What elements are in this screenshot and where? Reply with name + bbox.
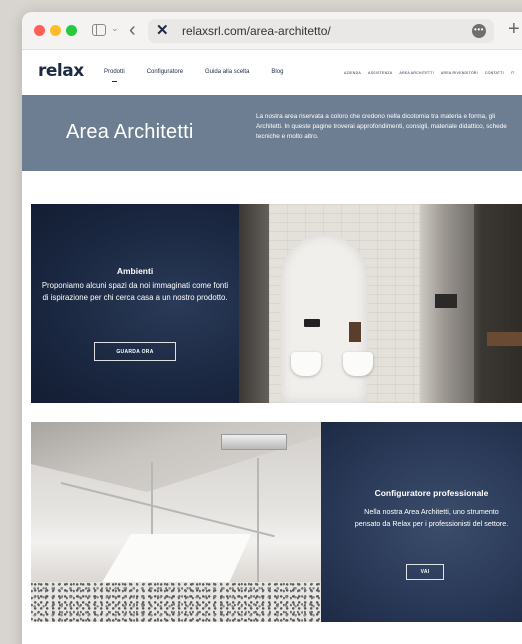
arch-niche-shape — [281, 234, 367, 403]
guarda-ora-button[interactable]: GUARDA ORA — [94, 342, 176, 361]
page-title: Area Architetti — [66, 121, 194, 143]
toilet-shape — [291, 352, 321, 376]
nav-item-guida[interactable]: Guida alla scelta — [205, 69, 249, 75]
bidet-shape — [343, 352, 373, 376]
shower-tray-shape — [101, 534, 251, 584]
close-window-button[interactable] — [34, 25, 45, 36]
site-favicon-icon: ✕ — [156, 22, 169, 39]
nav-item-configuratore[interactable]: Configuratore — [147, 69, 183, 75]
new-tab-icon[interactable]: + — [508, 17, 520, 41]
ambienti-title: Ambienti — [116, 266, 154, 276]
page-banner: Area Architetti La nostra area riservata… — [22, 95, 522, 171]
zoom-window-button[interactable] — [66, 25, 77, 36]
ambienti-section: Ambienti Proponiamo alcuni spazi da noi … — [31, 204, 522, 403]
nav-item-azienda[interactable]: AZIENDA — [344, 71, 361, 75]
configuratore-section: Configuratore professionale Nella nostra… — [31, 422, 522, 622]
more-options-icon[interactable]: ••• — [472, 24, 486, 38]
sidebar-toggle-icon[interactable] — [92, 24, 106, 36]
nav-item-blog[interactable]: Blog — [271, 69, 283, 75]
language-selector[interactable]: IT — [511, 71, 515, 75]
browser-window: ⌄ ‹ ✕ relaxsrl.com/area-architetto/ ••• … — [22, 12, 522, 644]
bathroom-interior-image — [239, 204, 522, 403]
shower-enclosure-image — [31, 422, 321, 622]
glass-frame-rail — [60, 482, 275, 538]
configuratore-title: Configuratore professionale — [374, 488, 489, 498]
flush-plate-shape — [304, 319, 320, 327]
ambienti-text: Proponiamo alcuni spazi da noi immaginat… — [41, 281, 229, 302]
wooden-countertop-shape — [487, 332, 522, 346]
secondary-menu: AZIENDA ASSISTENZA AREA ARCHITETTI AREA … — [344, 71, 521, 75]
vai-button[interactable]: VAI — [406, 564, 444, 580]
shower-head-shape — [221, 434, 287, 450]
ambienti-panel: Ambienti Proponiamo alcuni spazi da noi … — [31, 204, 239, 403]
nav-item-contatti[interactable]: CONTATTI — [485, 71, 504, 75]
browser-toolbar: ⌄ ‹ ✕ relaxsrl.com/area-architetto/ ••• … — [22, 12, 522, 50]
back-arrow-icon[interactable]: ‹ — [129, 18, 136, 42]
nav-item-area-rivenditori[interactable]: AREA RIVENDITORI — [441, 71, 478, 75]
main-menu: Prodotti Configuratore Guida alla scelta… — [104, 69, 305, 83]
nav-item-area-architetti[interactable]: AREA ARCHITETTI — [399, 71, 434, 75]
address-bar[interactable]: ✕ relaxsrl.com/area-architetto/ ••• — [148, 19, 494, 43]
chevron-down-icon[interactable]: ⌄ — [111, 23, 119, 34]
terrazzo-floor-shape — [31, 582, 321, 622]
configuratore-text: Nella nostra Area Architetti, uno strume… — [354, 507, 509, 528]
ceiling-shape — [31, 422, 321, 492]
banner-description: La nostra area riservata a coloro che cr… — [256, 113, 507, 140]
site-navigation: relax Prodotti Configuratore Guida alla … — [22, 50, 522, 95]
nav-item-assistenza[interactable]: ASSISTENZA — [368, 71, 392, 75]
nav-item-prodotti[interactable]: Prodotti — [104, 69, 125, 83]
configuratore-panel: Configuratore professionale Nella nostra… — [321, 422, 522, 622]
relax-logo[interactable]: relax — [38, 61, 84, 81]
shower-niche-shape — [435, 294, 457, 308]
towel-shape — [349, 322, 361, 342]
minimize-window-button[interactable] — [50, 25, 61, 36]
url-text[interactable]: relaxsrl.com/area-architetto/ — [182, 24, 331, 38]
